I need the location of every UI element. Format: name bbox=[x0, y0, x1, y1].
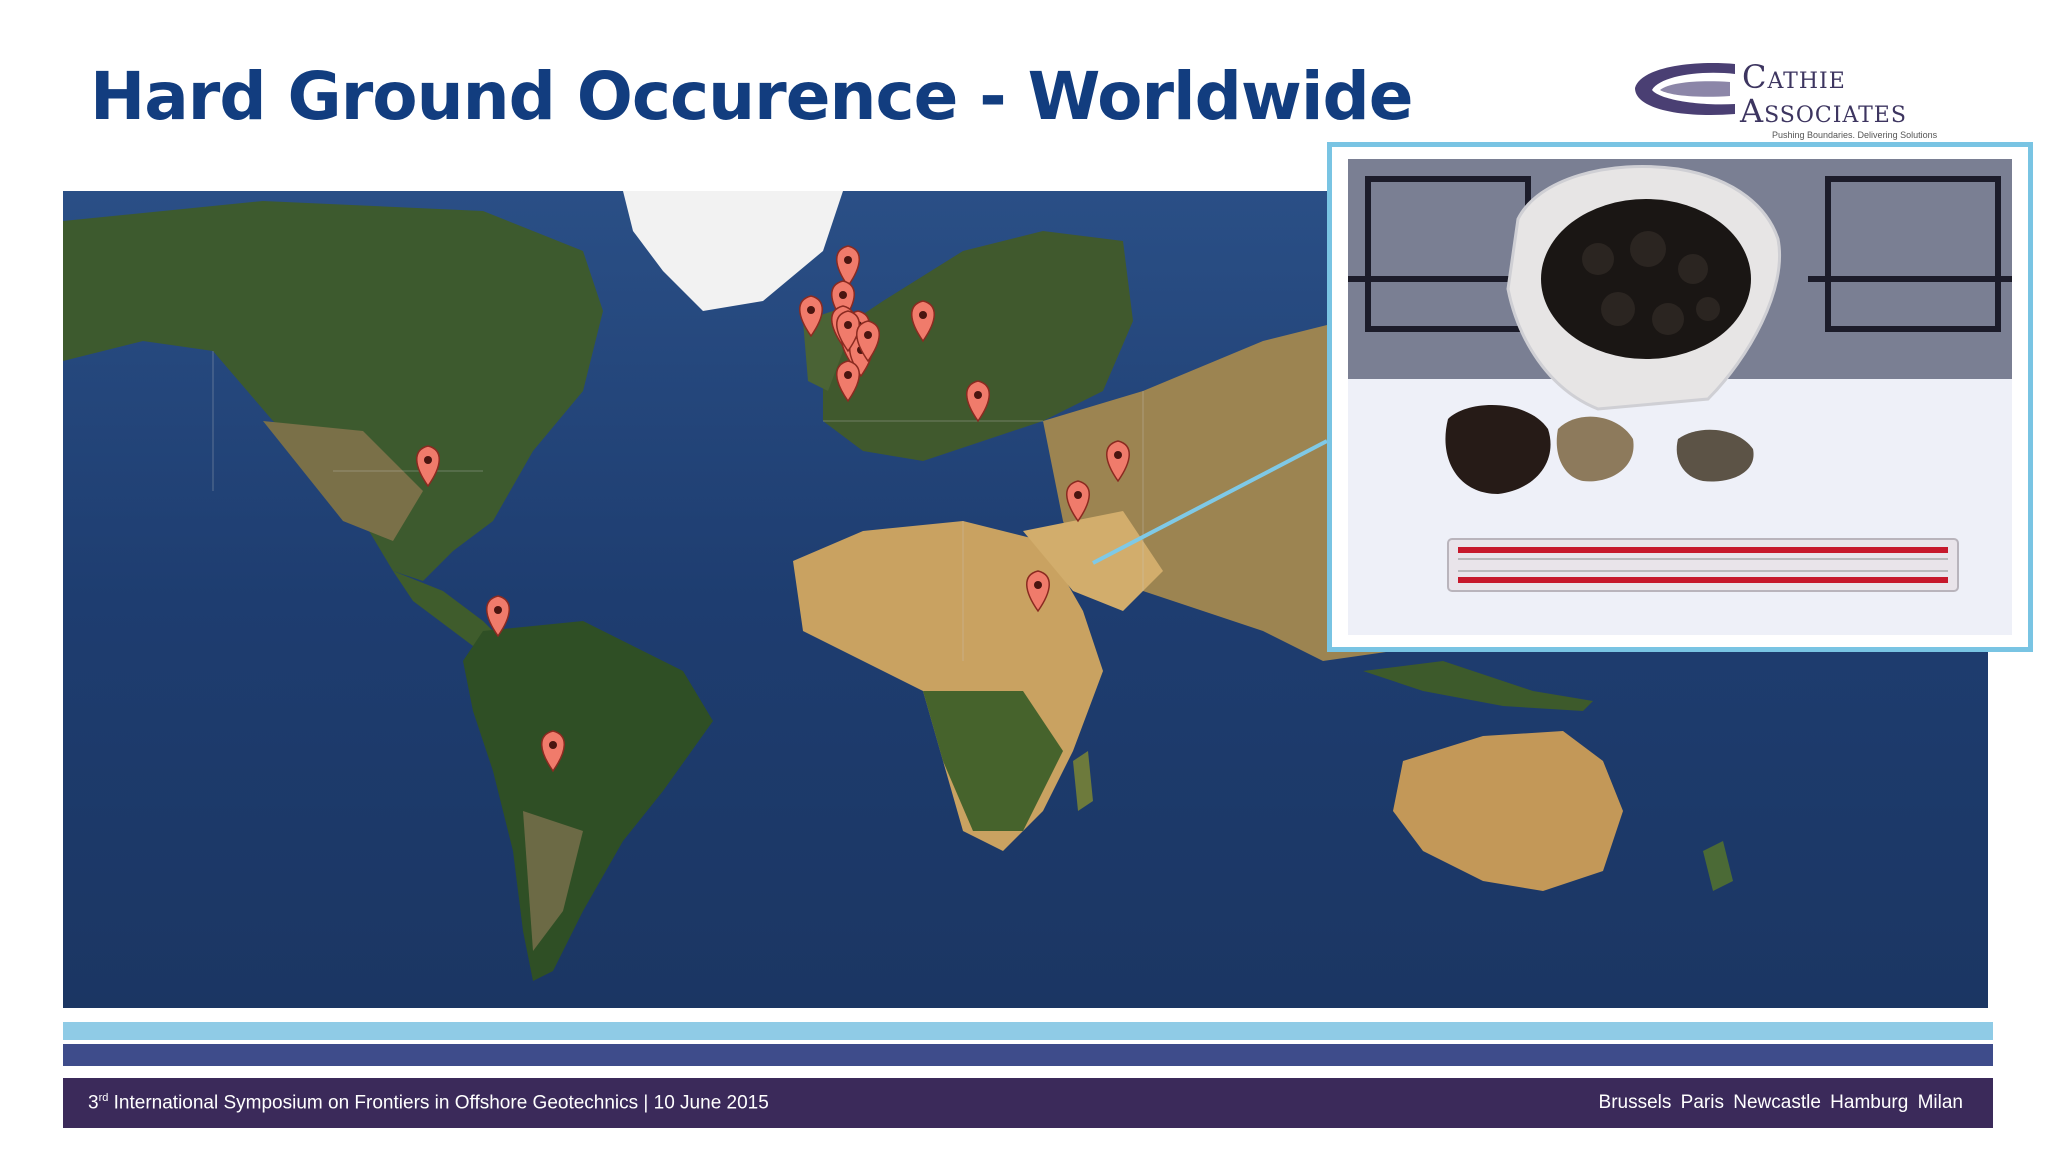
footer-bar: 3rd International Symposium on Frontiers… bbox=[63, 1078, 1993, 1128]
event-caption: 3rd International Symposium on Frontiers… bbox=[88, 1092, 769, 1114]
office-cities: Brussels Paris Newcastle Hamburg Milan bbox=[1598, 1092, 1963, 1113]
ruler-icon bbox=[1447, 538, 1959, 592]
logo-text-cathie: Cathie bbox=[1742, 58, 1846, 96]
rock-samples-image bbox=[1348, 159, 2012, 635]
logo-tagline: Pushing Boundaries. Delivering Solutions bbox=[1772, 130, 1938, 140]
company-logo: Cathie Associates Pushing Boundaries. De… bbox=[1630, 52, 2000, 142]
rock-samples-photo bbox=[1327, 142, 2033, 652]
footer-band-light bbox=[63, 1022, 1993, 1040]
slide-title: Hard Ground Occurence - Worldwide bbox=[90, 58, 1413, 135]
footer-band-dark bbox=[63, 1044, 1993, 1066]
logo-text-associates: Associates bbox=[1740, 92, 1907, 130]
logo-swoosh-icon bbox=[1635, 63, 1735, 115]
